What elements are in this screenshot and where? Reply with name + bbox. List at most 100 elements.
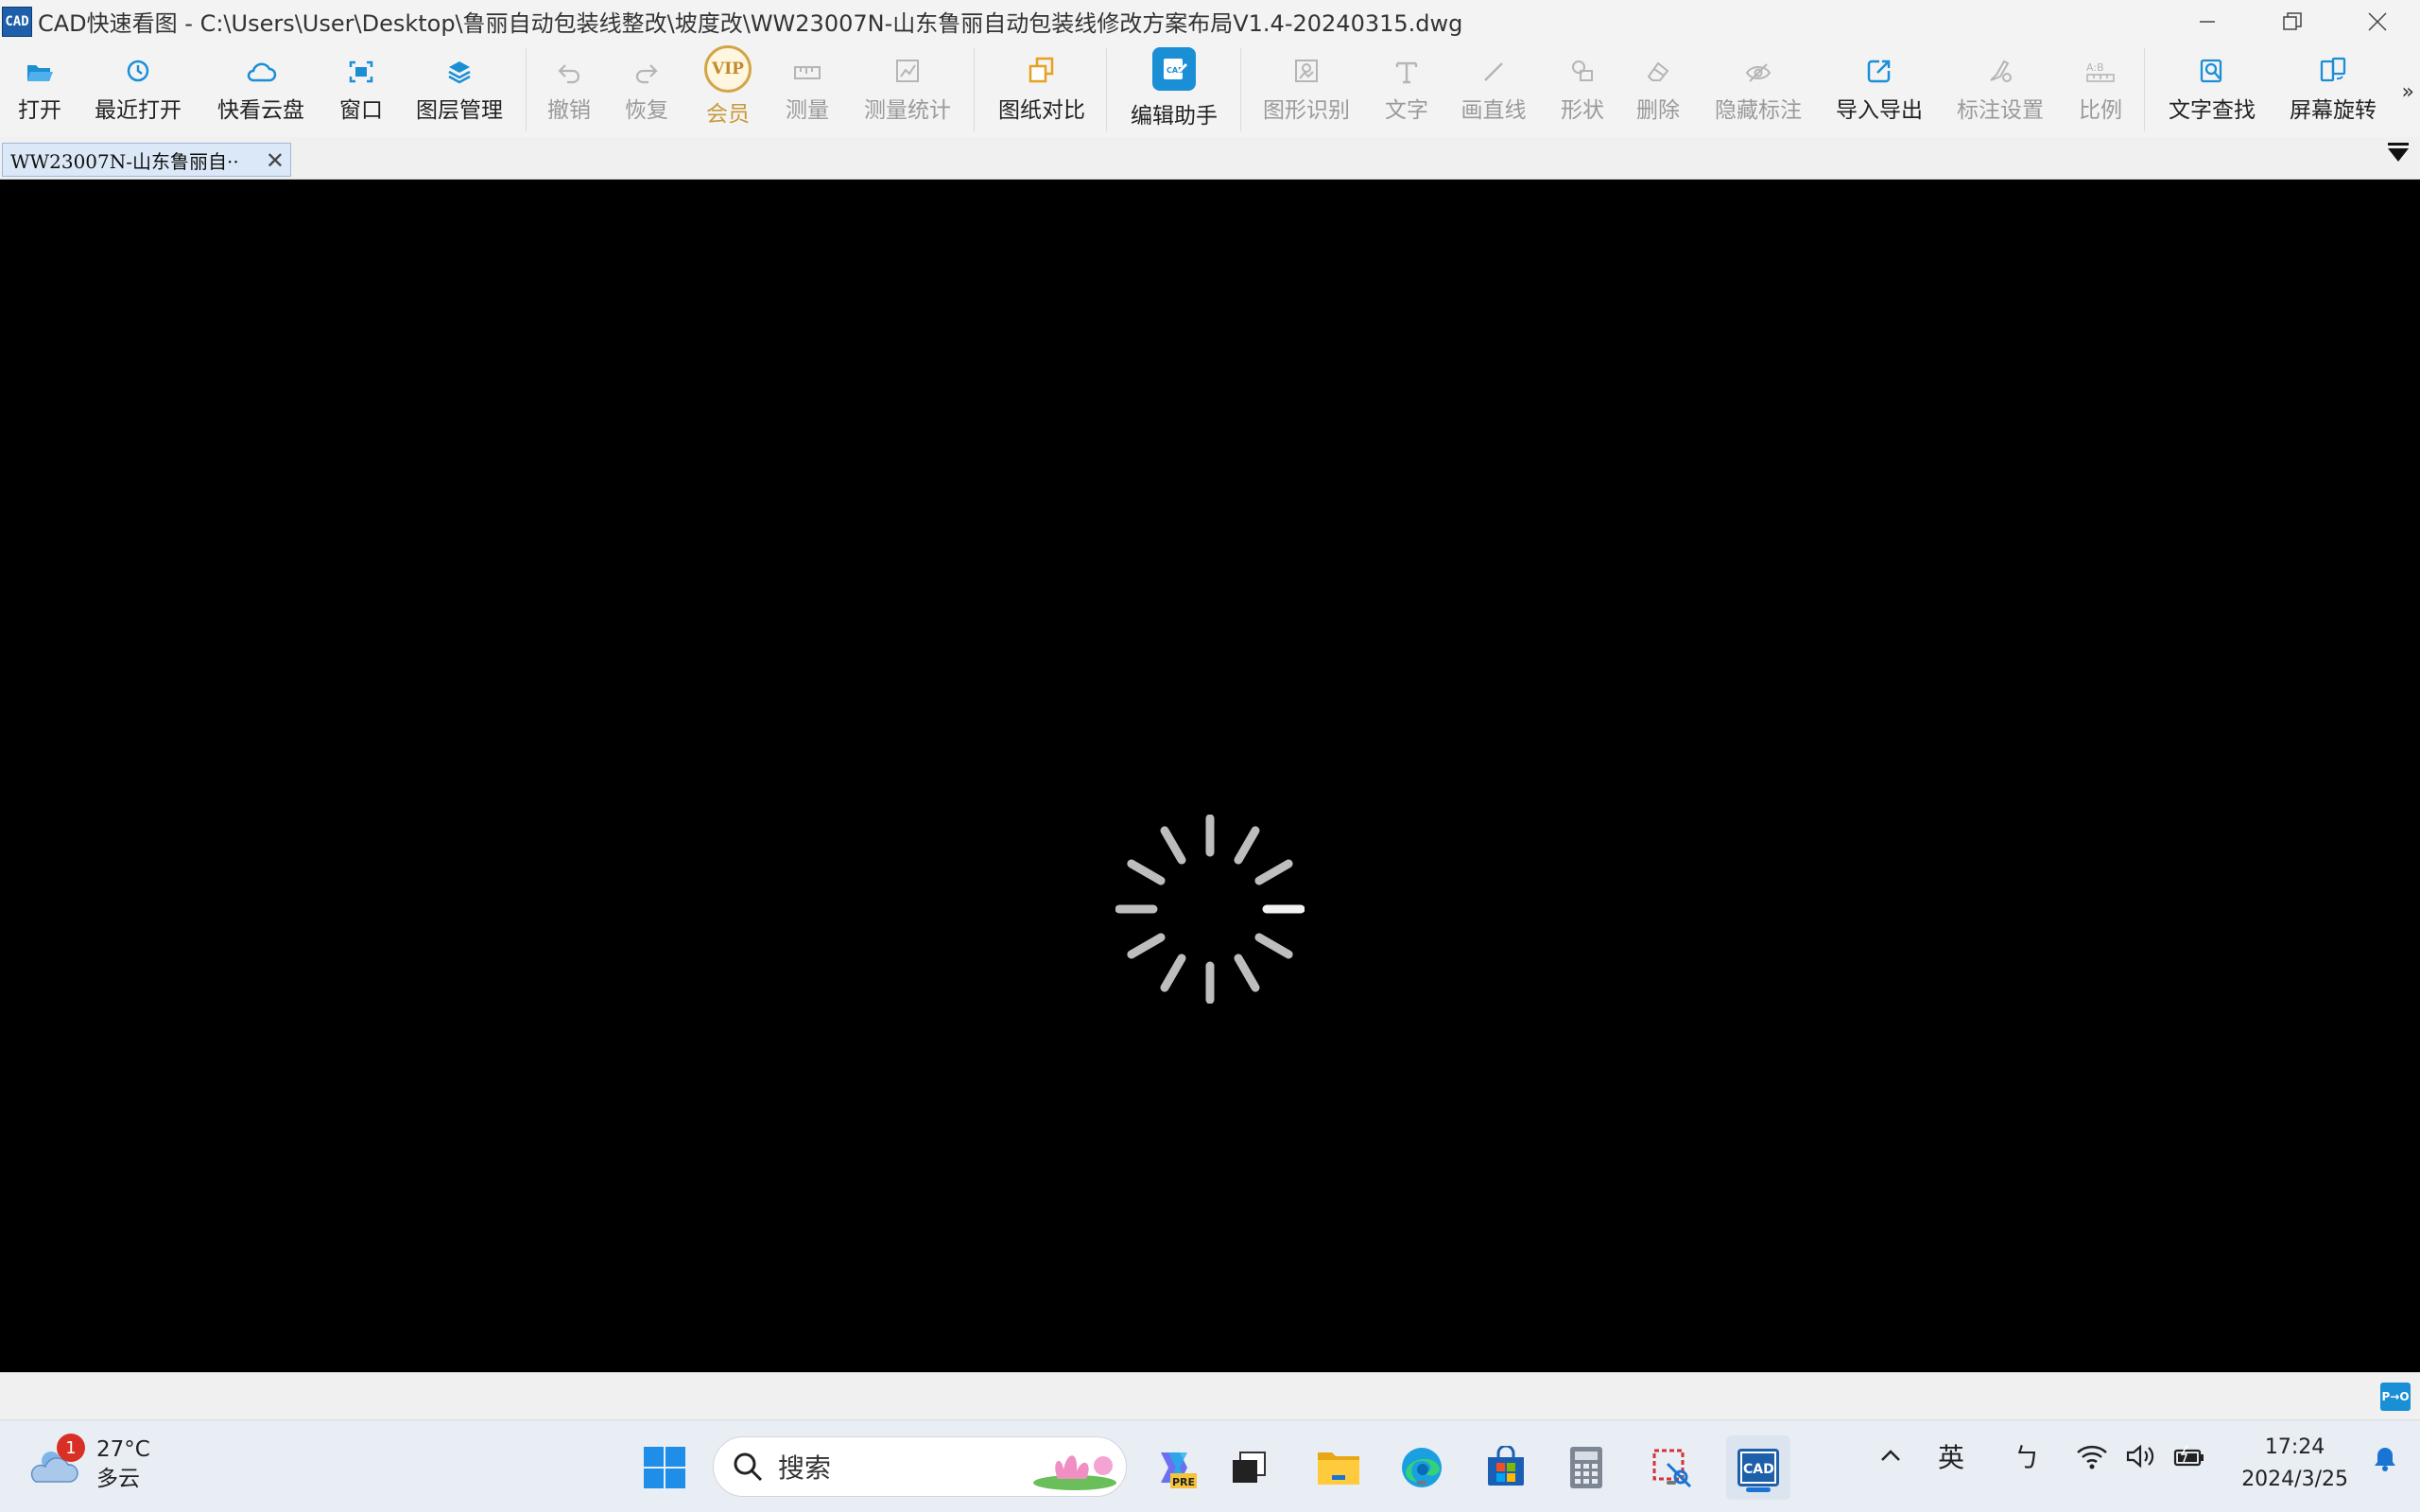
vip-badge-icon: VIP <box>704 45 752 93</box>
taskbar-search-box[interactable]: 搜索 <box>713 1436 1127 1497</box>
undo-icon <box>558 64 580 84</box>
speaker-icon <box>2126 1444 2154 1469</box>
task-view-icon <box>1233 1452 1266 1483</box>
minimize-button[interactable] <box>2165 0 2250 43</box>
spinner-spoke <box>1160 826 1186 865</box>
measure-stats-button[interactable]: 测量统计 <box>860 43 955 137</box>
ruler-icon <box>794 66 821 79</box>
search-icon <box>734 1452 763 1482</box>
toolbar-separator <box>974 48 975 131</box>
annotation-settings-icon <box>1990 60 2012 82</box>
notifications-button[interactable] <box>2371 1445 2399 1480</box>
shape-button[interactable]: 形状 <box>1556 43 1609 137</box>
restore-button[interactable] <box>2250 0 2335 43</box>
wifi-icon <box>2077 1445 2107 1469</box>
taskbar: 1 27°C 多云 搜索 PRE CAD 英 ㄅ 17:24 2024/3/25 <box>0 1419 2420 1512</box>
search-highlight-lotus-icon <box>1033 1455 1116 1490</box>
eye-off-icon <box>1745 63 1772 82</box>
spinner-spoke <box>1127 933 1166 959</box>
scale-button[interactable]: A:B 比例 <box>2074 43 2127 137</box>
toolbar-more-button[interactable]: » <box>2402 80 2414 104</box>
toolbar-separator <box>526 48 527 131</box>
space-mode-button[interactable]: P→O <box>2380 1383 2411 1411</box>
windows-start-icon <box>644 1447 685 1488</box>
taskbar-app-copilot[interactable]: PRE <box>1148 1441 1201 1494</box>
redo-button[interactable]: 恢复 <box>620 43 673 137</box>
line-icon <box>1484 62 1503 81</box>
spinner-spoke <box>1254 933 1293 959</box>
battery-button[interactable] <box>2172 1443 2206 1476</box>
folder-icon <box>1318 1452 1359 1485</box>
svg-text:CAD: CAD <box>1743 1462 1774 1477</box>
cad-viewer-icon: CAD <box>1737 1449 1779 1486</box>
toolbar-separator <box>2144 48 2145 131</box>
import-export-button[interactable]: 导入导出 <box>1832 43 1927 137</box>
text-search-button[interactable]: 文字查找 <box>2165 43 2259 137</box>
taskbar-app-store[interactable] <box>1479 1441 1532 1494</box>
wifi-button[interactable] <box>2076 1443 2108 1476</box>
open-button[interactable]: 打开 <box>9 43 70 137</box>
taskbar-app-calculator[interactable] <box>1560 1441 1613 1494</box>
calculator-icon <box>1570 1447 1602 1488</box>
edit-assistant-icon: CAD <box>1152 47 1196 91</box>
redo-icon <box>635 64 658 84</box>
compare-button[interactable]: 图纸对比 <box>994 43 1089 137</box>
start-button[interactable] <box>638 1441 691 1494</box>
shapes-icon <box>1572 60 1593 81</box>
draw-line-button[interactable]: 画直线 <box>1456 43 1531 137</box>
layers-icon <box>448 61 471 84</box>
tray-overflow-button[interactable] <box>1879 1443 1902 1474</box>
window-frame-icon <box>349 60 373 83</box>
cloud-button[interactable]: 快看云盘 <box>214 43 308 137</box>
minimize-icon <box>2200 20 2215 23</box>
text-button[interactable]: 文字 <box>1380 43 1433 137</box>
edit-assistant-button[interactable]: CAD 编辑助手 <box>1125 43 1223 137</box>
microsoft-store-icon <box>1488 1446 1524 1486</box>
volume-button[interactable] <box>2125 1443 2157 1476</box>
taskbar-app-edge[interactable] <box>1395 1441 1448 1494</box>
weather-widget[interactable]: 1 27°C 多云 <box>28 1434 150 1494</box>
clock-time: 17:24 <box>2264 1435 2325 1459</box>
taskbar-app-file-explorer[interactable] <box>1312 1441 1365 1494</box>
history-icon <box>127 60 149 82</box>
window-button[interactable]: 窗口 <box>331 43 391 137</box>
stats-icon <box>896 60 919 82</box>
image-recognize-icon <box>1295 60 1318 82</box>
taskbar-clock[interactable]: 17:24 2024/3/25 <box>2241 1432 2348 1496</box>
tab-close-button[interactable]: ✕ <box>266 147 285 174</box>
vip-button[interactable]: VIP 会员 <box>698 43 758 137</box>
tab-list-dropdown-icon[interactable] <box>2388 143 2409 162</box>
clock-date: 2024/3/25 <box>2241 1468 2348 1491</box>
document-tab-label: WW23007N-山东鲁丽自·· <box>10 149 239 173</box>
layers-button[interactable]: 图层管理 <box>412 43 507 137</box>
text-icon <box>1395 61 1418 84</box>
delete-button[interactable]: 删除 <box>1632 43 1685 137</box>
measure-button[interactable]: 测量 <box>781 43 834 137</box>
main-toolbar: 打开 最近打开 快看云盘 窗口 图层管理 撤销 恢复 VIP 会员 测量 测量统… <box>0 43 2420 137</box>
compare-icon <box>1028 57 1054 83</box>
recent-button[interactable]: 最近打开 <box>91 43 185 137</box>
weather-notification-badge: 1 <box>57 1434 85 1462</box>
bell-icon <box>2375 1448 2395 1471</box>
rotate-screen-icon <box>2320 57 2346 82</box>
screen-rotate-button[interactable]: 屏幕旋转 <box>2286 43 2380 137</box>
ime-mode-indicator[interactable]: ㄅ <box>2014 1437 2040 1475</box>
svg-text:PRE: PRE <box>1172 1476 1195 1488</box>
annotation-settings-button[interactable]: 标注设置 <box>1953 43 2048 137</box>
drawing-canvas[interactable] <box>0 180 2420 1372</box>
title-bar: CAD CAD快速看图 - C:\Users\User\Desktop\鲁丽自动… <box>0 0 2420 43</box>
eraser-icon <box>1647 61 1669 81</box>
restore-icon <box>2283 11 2302 30</box>
shape-recognize-button[interactable]: 图形识别 <box>1259 43 1354 137</box>
svg-text:A:B: A:B <box>2086 61 2104 74</box>
status-bar: P→O <box>0 1372 2420 1419</box>
taskbar-app-task-view[interactable] <box>1223 1441 1276 1494</box>
close-window-button[interactable] <box>2335 0 2420 43</box>
document-tab[interactable]: WW23007N-山东鲁丽自·· ✕ <box>2 143 291 177</box>
taskbar-app-snipping-tool[interactable] <box>1645 1441 1698 1494</box>
ime-language-indicator[interactable]: 英 <box>1938 1437 1964 1475</box>
undo-button[interactable]: 撤销 <box>543 43 596 137</box>
battery-charging-icon <box>2173 1444 2204 1467</box>
taskbar-app-cad-viewer[interactable]: CAD <box>1726 1435 1790 1500</box>
hide-annotation-button[interactable]: 隐藏标注 <box>1711 43 1806 137</box>
